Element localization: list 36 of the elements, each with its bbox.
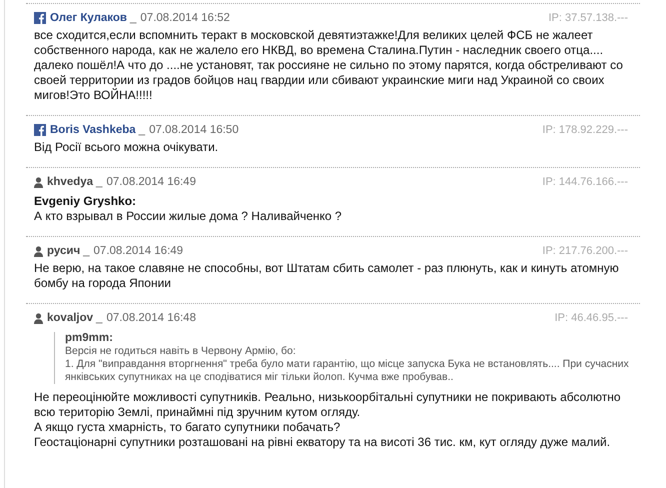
comment-text: Не верю, на такое славяне не способны, вот Штатам сбить самолет - раз плюнуть, как и кинуть атомную бомбу на города Японии	[34, 261, 620, 291]
user-icon	[34, 246, 43, 256]
comment-date: 07.08.2014 16:48	[106, 312, 196, 324]
ip-address: IP: 144.76.166.---	[542, 176, 628, 188]
quote-author: pm9mm:	[65, 332, 114, 345]
comment-date: 07.08.2014 16:49	[106, 176, 196, 188]
comment-text: Від Росії всього можна очікувати.	[34, 140, 220, 155]
separator: _	[96, 176, 102, 188]
author-name[interactable]: kovaljov	[47, 312, 94, 324]
reply-to-name: Evgeniy Gryshko:	[34, 194, 138, 209]
author-name[interactable]: Boris Vashkeba	[50, 124, 136, 136]
separator: _	[83, 245, 90, 257]
separator: _	[130, 12, 136, 24]
author-name[interactable]: khvedya	[47, 176, 94, 188]
quote-text: 1. Для "виправдання вторгнення" треба було мати гарантію, що місце запуска Бука не встановлять.... При сучасних янківських супутниках на це сподіватися міг тільки йолоп. Кучма вже пробував..	[65, 358, 630, 384]
ip-address: IP: 217.76.200.---	[542, 245, 628, 257]
comment-date: 07.08.2014 16:50	[149, 124, 239, 136]
comment-date: 07.08.2014 16:49	[94, 245, 184, 257]
comment-text: Геостаціонарні супутники розташовані на рівні екватору та на висоті 36 тис. км, кут огляду дуже малий.	[34, 435, 612, 450]
user-icon	[34, 312, 43, 324]
comment-text: все сходится,если вспомнить теракт в московской девятиэтажке!Для великих целей ФСБ не жалеет собственного народа, как не жалело его НКВД, во времена Сталина.Путин - наследник своего отца.... далеко пошёл!А что до ....не установят, так россияне не сильно по этому парятся, когда обстреливают со своей территории из градов бойцов нац гвардии или сбивают украинские миги над Украиной со своих мигов!Это ВОЙНА!!!!!	[34, 28, 624, 103]
comment-text: А якщо густа хмарність, то багато супутники побачать?	[34, 420, 342, 435]
quote-text: Версія не годиться навіть в Червону Армію, бо:	[65, 345, 297, 358]
facebook-icon	[34, 12, 46, 24]
comment-text: Не переоцінюйте можливості супутників. Реально, низькоорбітальні супутники не покривають абсолютно всю територію Землі, принаймні під зручним кутом огляду.	[34, 390, 622, 420]
author-name[interactable]: Олег Кулаков	[50, 12, 127, 24]
ip-address: IP: 46.46.95.---	[554, 312, 628, 324]
comment-date: 07.08.2014 16:52	[140, 12, 230, 24]
ip-address: IP: 37.57.138.---	[548, 12, 628, 24]
author-name[interactable]: русич	[47, 245, 80, 257]
separator: _	[96, 312, 102, 324]
comment-text: А кто взрывал в России жилые дома ? Наливайченко ?	[34, 209, 343, 224]
facebook-icon	[34, 124, 46, 136]
user-icon	[34, 176, 43, 188]
separator: _	[138, 124, 146, 136]
ip-address: IP: 178.92.229.---	[542, 124, 628, 136]
